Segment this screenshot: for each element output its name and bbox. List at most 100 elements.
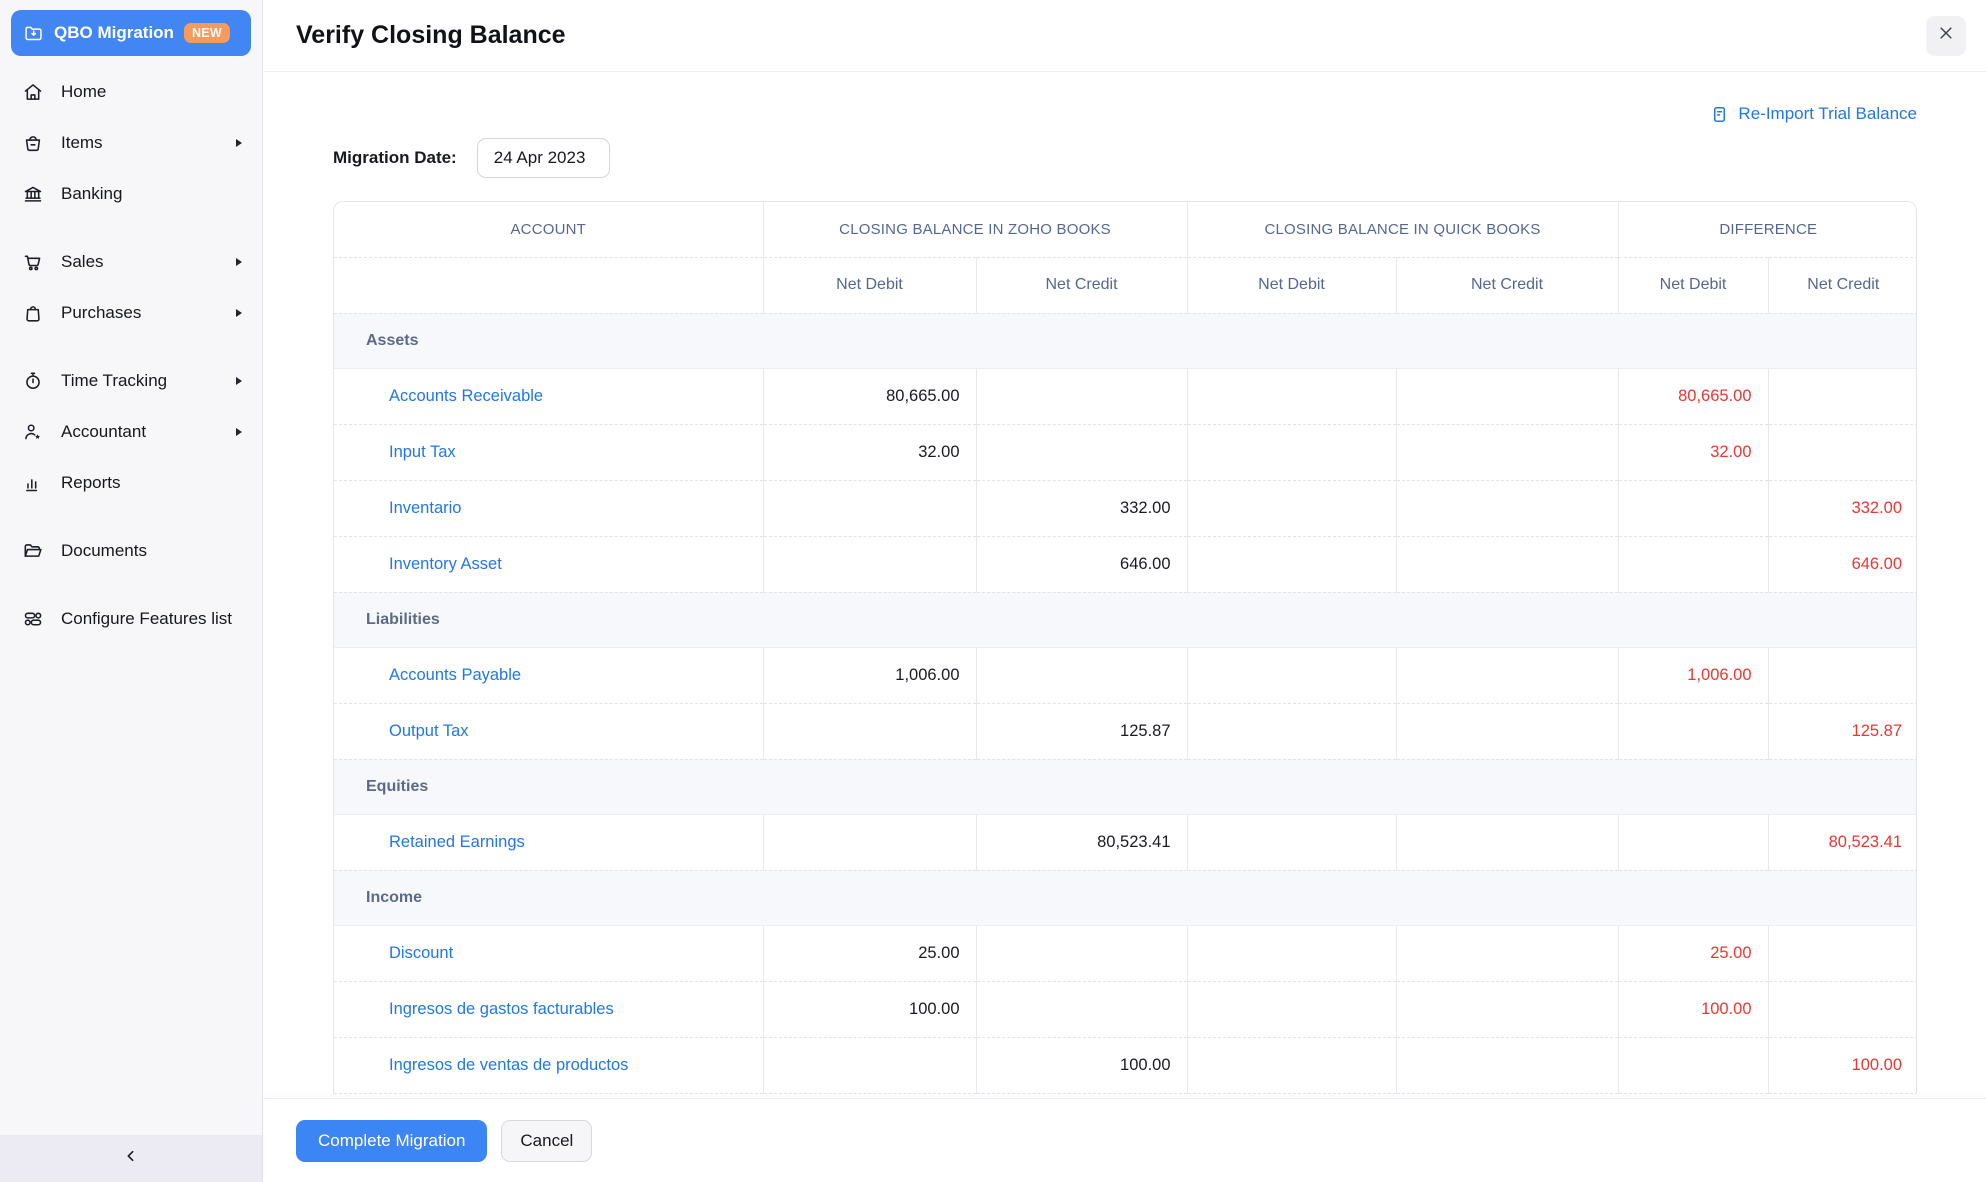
sidebar-item-label: Banking <box>61 184 242 204</box>
diff-debit-cell <box>1618 814 1768 870</box>
account-cell: Accounts Payable <box>334 647 763 703</box>
sidebar-item-sales[interactable]: Sales <box>0 236 262 287</box>
chevron-right-icon <box>236 258 242 266</box>
zb-credit-cell: 332.00 <box>976 480 1187 536</box>
diff-debit-cell <box>1618 536 1768 592</box>
sidebar-item-documents[interactable]: Documents <box>0 525 262 576</box>
diff-credit-cell: 646.00 <box>1768 536 1917 592</box>
qb-debit-cell <box>1187 424 1396 480</box>
account-cell: Inventory Asset <box>334 536 763 592</box>
sidebar-item-label: Time Tracking <box>61 371 219 391</box>
qb-credit-cell <box>1396 925 1618 981</box>
chevron-right-icon <box>236 428 242 436</box>
sub-header-empty <box>334 257 763 313</box>
sidebar-collapse-button[interactable] <box>0 1135 262 1182</box>
nav-group: Configure Features list <box>0 593 262 644</box>
section-row: Income <box>334 870 1917 925</box>
qb-credit-cell <box>1396 536 1618 592</box>
cancel-button[interactable]: Cancel <box>501 1120 592 1162</box>
account-link[interactable]: Inventario <box>389 499 461 517</box>
qb-debit-cell <box>1187 536 1396 592</box>
account-link[interactable]: Ingresos de gastos facturables <box>389 1000 614 1018</box>
close-icon <box>1937 24 1955 47</box>
sub-header-net-debit: Net Debit <box>1187 257 1396 313</box>
sidebar-item-reports[interactable]: Reports <box>0 457 262 508</box>
zb-debit-cell <box>763 480 976 536</box>
account-row: Inventario332.00332.00 <box>334 480 1917 536</box>
reimport-trial-balance-link[interactable]: Re-Import Trial Balance <box>1710 104 1917 124</box>
account-row: Inventory Asset646.00646.00 <box>334 536 1917 592</box>
sub-header-net-debit: Net Debit <box>1618 257 1768 313</box>
sidebar-item-home[interactable]: Home <box>0 66 262 117</box>
sidebar-item-label: Configure Features list <box>61 609 242 629</box>
qb-debit-cell <box>1187 1037 1396 1093</box>
qb-debit-cell <box>1187 480 1396 536</box>
complete-migration-button[interactable]: Complete Migration <box>296 1120 487 1162</box>
diff-debit-cell <box>1618 1037 1768 1093</box>
diff-credit-cell: 100.00 <box>1768 1037 1917 1093</box>
account-link[interactable]: Ingresos de ventas de productos <box>389 1056 628 1074</box>
qb-debit-cell <box>1187 925 1396 981</box>
migration-date-input[interactable]: 24 Apr 2023 <box>477 138 610 178</box>
diff-debit-cell: 25.00 <box>1618 925 1768 981</box>
close-button[interactable] <box>1926 16 1966 56</box>
sidebar-item-time-tracking[interactable]: Time Tracking <box>0 355 262 406</box>
migration-date-row: Migration Date: 24 Apr 2023 <box>333 138 1917 178</box>
section-row: Liabilities <box>334 592 1917 647</box>
sidebar-item-label: Purchases <box>61 303 219 323</box>
sidebar-item-accountant[interactable]: Accountant <box>0 406 262 457</box>
qb-credit-cell <box>1396 814 1618 870</box>
zb-credit-cell: 125.87 <box>976 703 1187 759</box>
nav-group: Home Items Banking <box>0 66 262 219</box>
sidebar-item-label: Documents <box>61 541 242 561</box>
features-icon <box>22 608 44 630</box>
qb-debit-cell <box>1187 703 1396 759</box>
column-header-account: ACCOUNT <box>334 202 763 257</box>
closing-balance-table: ACCOUNT CLOSING BALANCE IN ZOHO BOOKS CL… <box>333 201 1917 1094</box>
sidebar-item-qbo-migration[interactable]: QBO Migration NEW <box>11 10 251 56</box>
account-row: Output Tax125.87125.87 <box>334 703 1917 759</box>
account-link[interactable]: Accounts Receivable <box>389 387 543 405</box>
account-link[interactable]: Input Tax <box>389 443 456 461</box>
account-cell: Inventario <box>334 480 763 536</box>
new-badge: NEW <box>184 23 230 43</box>
sidebar-item-label: QBO Migration <box>54 23 174 43</box>
account-row: Ingresos de gastos facturables100.00100.… <box>334 981 1917 1037</box>
diff-debit-cell: 1,006.00 <box>1618 647 1768 703</box>
account-cell: Input Tax <box>334 424 763 480</box>
sidebar-item-label: Home <box>61 82 242 102</box>
sidebar-item-banking[interactable]: Banking <box>0 168 262 219</box>
diff-credit-cell <box>1768 424 1917 480</box>
account-link[interactable]: Retained Earnings <box>389 833 525 851</box>
zb-debit-cell <box>763 703 976 759</box>
account-link[interactable]: Discount <box>389 944 453 962</box>
account-link[interactable]: Accounts Payable <box>389 666 521 684</box>
balance-table-body: AssetsAccounts Receivable80,665.0080,665… <box>334 313 1917 1093</box>
diff-debit-cell: 100.00 <box>1618 981 1768 1037</box>
sidebar-item-items[interactable]: Items <box>0 117 262 168</box>
sidebar-nav: Home Items Banking Sales Purchases Time Track… <box>0 66 262 644</box>
account-link[interactable]: Output Tax <box>389 722 469 740</box>
nav-group: Documents <box>0 525 262 576</box>
sidebar-item-configure-features-list[interactable]: Configure Features list <box>0 593 262 644</box>
chevron-right-icon <box>236 139 242 147</box>
diff-credit-cell <box>1768 981 1917 1037</box>
account-link[interactable]: Inventory Asset <box>389 555 502 573</box>
reimport-label: Re-Import Trial Balance <box>1738 104 1917 124</box>
table-group-header-row: ACCOUNT CLOSING BALANCE IN ZOHO BOOKS CL… <box>334 202 1917 257</box>
cart-icon <box>22 251 44 273</box>
page-title: Verify Closing Balance <box>296 21 1926 50</box>
qb-credit-cell <box>1396 981 1618 1037</box>
sidebar: QBO Migration NEW Home Items Banking Sales P… <box>0 0 263 1182</box>
folder-export-icon <box>23 23 44 44</box>
qb-credit-cell <box>1396 647 1618 703</box>
diff-credit-cell: 80,523.41 <box>1768 814 1917 870</box>
section-label: Assets <box>334 313 1917 368</box>
section-row: Equities <box>334 759 1917 814</box>
document-icon <box>1710 105 1729 124</box>
sidebar-item-purchases[interactable]: Purchases <box>0 287 262 338</box>
nav-group: Sales Purchases <box>0 236 262 338</box>
account-row: Discount25.0025.00 <box>334 925 1917 981</box>
panel-header: Verify Closing Balance <box>264 0 1986 72</box>
zb-credit-cell <box>976 647 1187 703</box>
